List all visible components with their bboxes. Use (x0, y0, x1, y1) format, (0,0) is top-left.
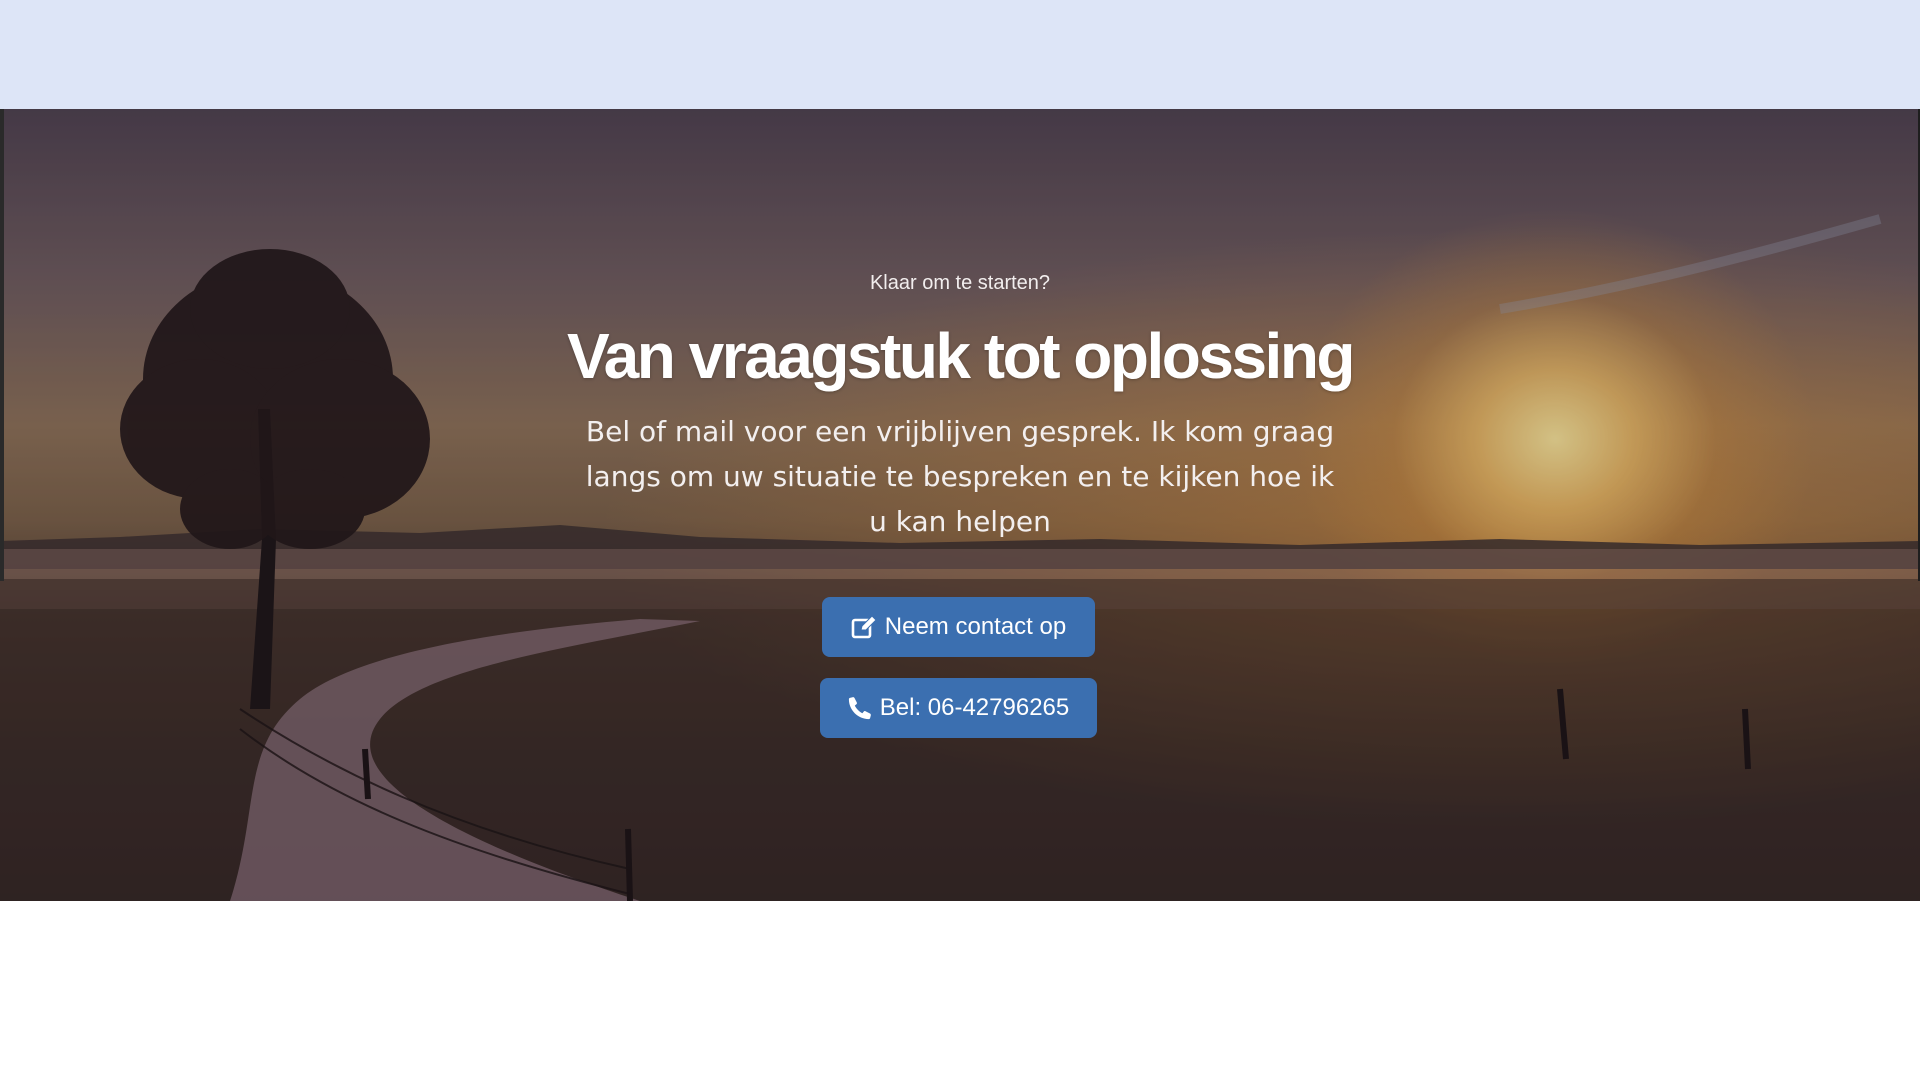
top-band (0, 0, 1920, 109)
call-button-label: Bel: 06-42796265 (879, 694, 1070, 721)
page-bottom-whitespace (0, 901, 1920, 1080)
contact-button-label: Neem contact op (884, 613, 1067, 640)
edit-icon (851, 615, 877, 639)
contact-button[interactable]: Neem contact op (822, 597, 1095, 657)
hero-eyebrow: Klaar om te starten? (869, 272, 1051, 294)
hero-section: Klaar om te starten? Van vraagstuk tot o… (0, 109, 1920, 901)
hero-lead-text: Bel of mail voor een vrijblijven gesprek… (585, 415, 1335, 538)
call-button[interactable]: Bel: 06-42796265 (820, 678, 1097, 738)
hero-headline: Van vraagstuk tot oplossing (567, 320, 1356, 392)
phone-icon (848, 696, 872, 720)
